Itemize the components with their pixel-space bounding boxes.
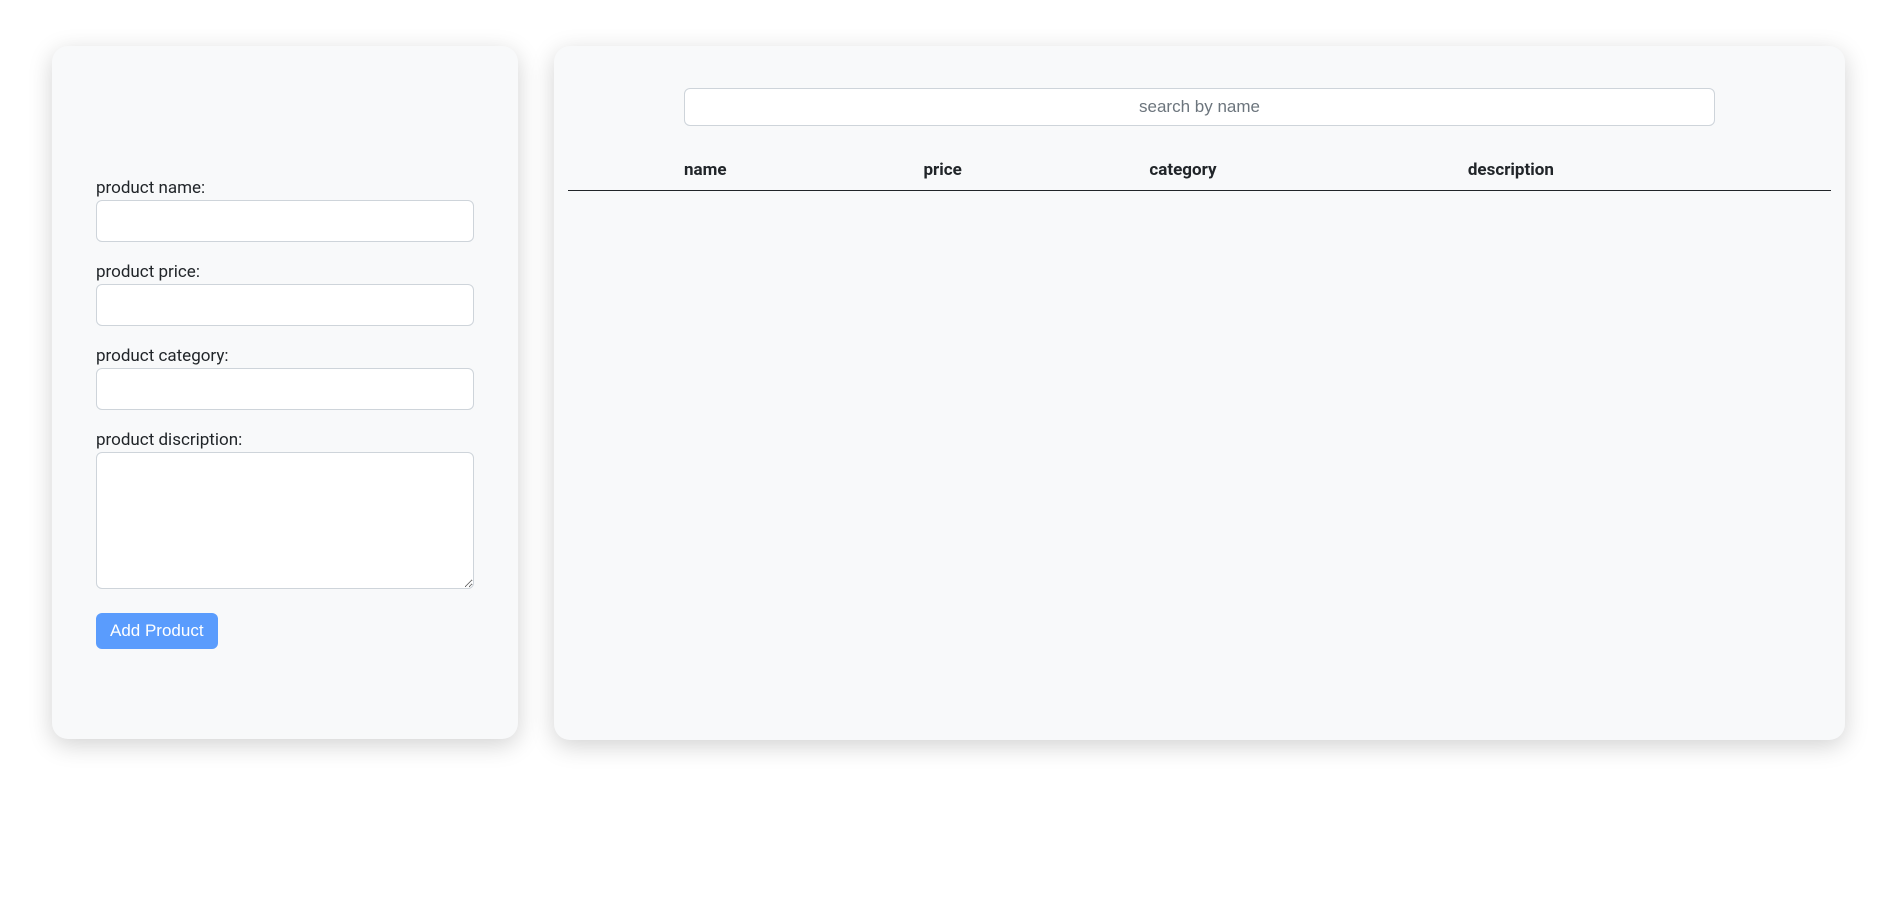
header-blank	[568, 150, 668, 191]
product-category-input[interactable]	[96, 368, 474, 410]
header-category: category	[1133, 150, 1451, 191]
product-name-input[interactable]	[96, 200, 474, 242]
product-price-label: product price:	[96, 262, 474, 282]
form-group-name: product name:	[96, 178, 474, 242]
form-group-price: product price:	[96, 262, 474, 326]
product-category-label: product category:	[96, 346, 474, 366]
product-name-label: product name:	[96, 178, 474, 198]
add-product-button[interactable]: Add Product	[96, 613, 218, 649]
search-input[interactable]	[684, 88, 1715, 126]
product-list-card: name price category description	[554, 46, 1845, 740]
table-header-row: name price category description	[568, 150, 1831, 191]
form-group-description: product discription:	[96, 430, 474, 593]
add-product-form-card: product name: product price: product cat…	[52, 46, 518, 739]
header-name: name	[668, 150, 907, 191]
search-container	[568, 88, 1831, 150]
product-description-label: product discription:	[96, 430, 474, 450]
header-price: price	[907, 150, 1133, 191]
header-description: description	[1452, 150, 1831, 191]
add-product-form: product name: product price: product cat…	[96, 178, 474, 649]
product-description-textarea[interactable]	[96, 452, 474, 589]
product-price-input[interactable]	[96, 284, 474, 326]
form-group-category: product category:	[96, 346, 474, 410]
product-table: name price category description	[568, 150, 1831, 191]
